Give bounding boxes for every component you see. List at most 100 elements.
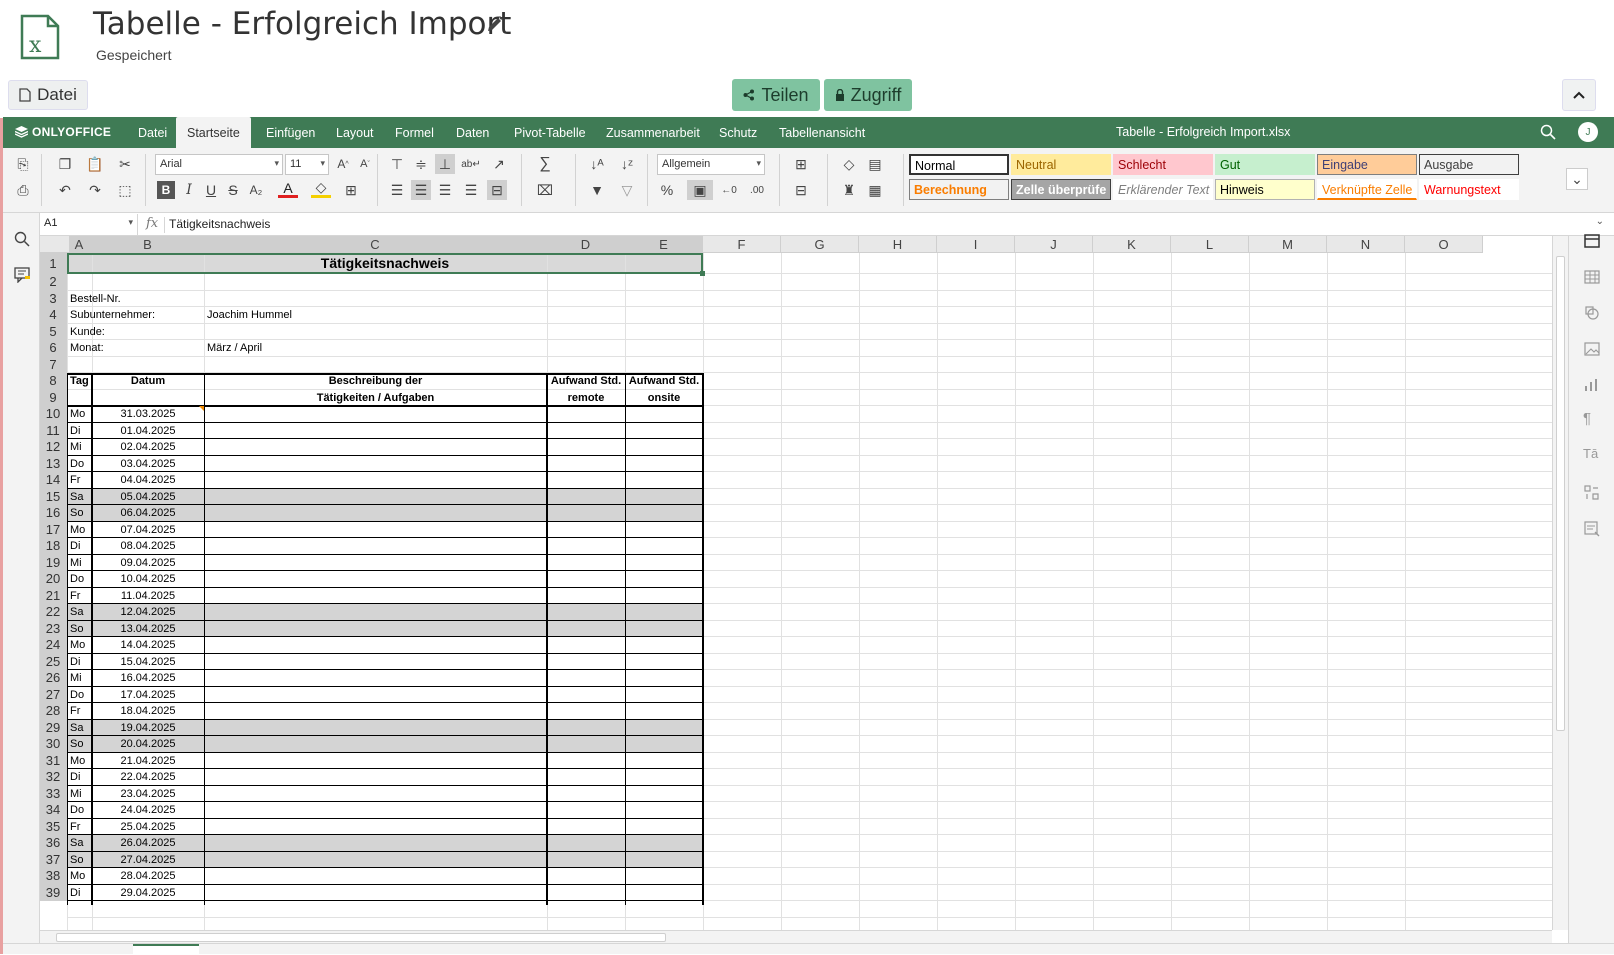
column-header-o[interactable]: O [1405, 236, 1483, 253]
date-cell[interactable]: 03.04.2025 [95, 456, 201, 473]
day-cell[interactable]: Di [70, 769, 89, 786]
row-header[interactable]: 24 [40, 637, 67, 654]
row-header[interactable]: 37 [40, 851, 67, 868]
row-header[interactable]: 16 [40, 505, 67, 522]
column-header-l[interactable]: L [1171, 236, 1249, 253]
save-icon[interactable]: ⎘ [13, 154, 33, 174]
date-cell[interactable]: 09.04.2025 [95, 555, 201, 572]
column-header-g[interactable]: G [781, 236, 859, 253]
sheet-tab[interactable] [133, 944, 199, 955]
align-left-icon[interactable]: ☰ [387, 180, 407, 200]
row-header[interactable]: 35 [40, 818, 67, 835]
tab-startseite[interactable]: Startseite [176, 117, 251, 148]
row-header[interactable]: 21 [40, 587, 67, 604]
date-cell[interactable]: 15.04.2025 [95, 654, 201, 671]
row-header[interactable]: 27 [40, 686, 67, 703]
date-cell[interactable]: 16.04.2025 [95, 670, 201, 687]
text-orientation-icon[interactable]: ↗ [489, 154, 509, 174]
date-cell[interactable]: 13.04.2025 [95, 621, 201, 638]
collapse-header-button[interactable] [1562, 79, 1596, 111]
day-cell[interactable]: Do [70, 456, 89, 473]
named-ranges-icon[interactable]: ⌧ [535, 180, 555, 200]
tab-daten[interactable]: Daten [445, 117, 500, 148]
day-cell[interactable]: Mi [70, 439, 89, 456]
row-header[interactable]: 19 [40, 554, 67, 571]
conditional-format-icon[interactable]: ▤ [865, 154, 885, 174]
column-header-m[interactable]: M [1249, 236, 1327, 253]
wrap-text-icon[interactable]: ab↵ [461, 154, 481, 174]
tab-zusammenarbeit[interactable]: Zusammenarbeit [595, 117, 711, 148]
delete-cells-icon[interactable]: ⊟ [791, 180, 811, 200]
row-header[interactable]: 18 [40, 538, 67, 555]
row-header[interactable]: 39 [40, 884, 67, 901]
date-cell[interactable]: 02.04.2025 [95, 439, 201, 456]
row-header[interactable]: 9 [40, 389, 67, 406]
insert-cells-icon[interactable]: ⊞ [791, 154, 811, 174]
tab-formel[interactable]: Formel [384, 117, 445, 148]
day-cell[interactable]: Mo [70, 406, 89, 423]
date-cell[interactable]: 14.04.2025 [95, 637, 201, 654]
row-header[interactable]: 15 [40, 488, 67, 505]
clear-icon[interactable]: ◇ [839, 154, 859, 174]
align-middle-icon[interactable]: ≑ [411, 154, 431, 174]
tab-schutz[interactable]: Schutz [708, 117, 768, 148]
copy-style-icon[interactable]: ♜ [839, 180, 859, 200]
font-name-combo[interactable]: Arial ▾ [155, 154, 283, 175]
sort-ascending-icon[interactable]: ↓ᴬ [587, 154, 607, 174]
name-box[interactable]: A1 ▾ [40, 214, 138, 235]
row-header[interactable]: 10 [40, 406, 67, 423]
row-header[interactable]: 38 [40, 868, 67, 885]
document-title[interactable]: Tabelle - Erfolgreich Import [93, 6, 511, 42]
row-header[interactable]: 4 [40, 307, 67, 324]
cell-style-0[interactable]: Normal [909, 154, 1009, 175]
day-cell[interactable]: Mo [70, 753, 89, 770]
date-cell[interactable]: 18.04.2025 [95, 703, 201, 720]
day-cell[interactable]: Mi [70, 786, 89, 803]
fill-handle[interactable] [700, 271, 705, 276]
increase-font-icon[interactable]: A ^ [333, 154, 353, 174]
day-cell[interactable]: Di [70, 885, 89, 902]
date-cell[interactable]: 24.04.2025 [95, 802, 201, 819]
increase-decimal-icon[interactable]: .00 [747, 180, 767, 200]
info-value-cell[interactable]: März / April [207, 340, 544, 357]
search-icon[interactable] [1540, 124, 1556, 140]
header-description-cell[interactable]: Tätigkeiten / Aufgaben [207, 390, 544, 407]
day-cell[interactable]: Mi [70, 670, 89, 687]
horizontal-scroll-thumb[interactable] [56, 933, 666, 942]
column-header-b[interactable]: B [92, 236, 204, 253]
column-header-d[interactable]: D [547, 236, 625, 253]
row-header[interactable]: 32 [40, 769, 67, 786]
tab-datei[interactable]: Datei [127, 117, 178, 148]
merge-cells-icon[interactable]: ⊟ [487, 180, 507, 200]
comment-indicator[interactable] [199, 406, 204, 411]
share-button[interactable]: Teilen [732, 79, 820, 111]
row-header[interactable]: 29 [40, 719, 67, 736]
column-header-h[interactable]: H [859, 236, 937, 253]
header-remote-cell[interactable]: Aufwand Std. [550, 373, 622, 390]
day-cell[interactable]: Di [70, 654, 89, 671]
date-cell[interactable]: 26.04.2025 [95, 835, 201, 852]
row-header[interactable]: 17 [40, 521, 67, 538]
percent-icon[interactable]: % [657, 180, 677, 200]
day-cell[interactable]: Sa [70, 720, 89, 737]
header-remote-cell[interactable]: remote [550, 390, 622, 407]
row-header[interactable]: 12 [40, 439, 67, 456]
day-cell[interactable]: Fr [70, 588, 89, 605]
date-cell[interactable]: 29.04.2025 [95, 885, 201, 902]
italic-icon[interactable]: I [179, 180, 199, 200]
day-cell[interactable]: So [70, 505, 89, 522]
pencil-icon[interactable] [485, 14, 505, 34]
row-header[interactable]: 28 [40, 703, 67, 720]
accounting-icon[interactable]: ▣ [687, 180, 713, 200]
cut-icon[interactable]: ✂ [115, 154, 135, 174]
row-header[interactable]: 6 [40, 340, 67, 357]
day-cell[interactable]: Mi [70, 555, 89, 572]
date-cell[interactable]: 20.04.2025 [95, 736, 201, 753]
date-cell[interactable]: 21.04.2025 [95, 753, 201, 770]
row-header[interactable]: 34 [40, 802, 67, 819]
align-bottom-icon[interactable]: ⊥ [435, 154, 455, 174]
row-header[interactable]: 23 [40, 620, 67, 637]
decrease-decimal-icon[interactable]: ←0 [719, 180, 739, 200]
date-cell[interactable]: 12.04.2025 [95, 604, 201, 621]
decrease-font-icon[interactable]: Aˇ [355, 154, 375, 174]
